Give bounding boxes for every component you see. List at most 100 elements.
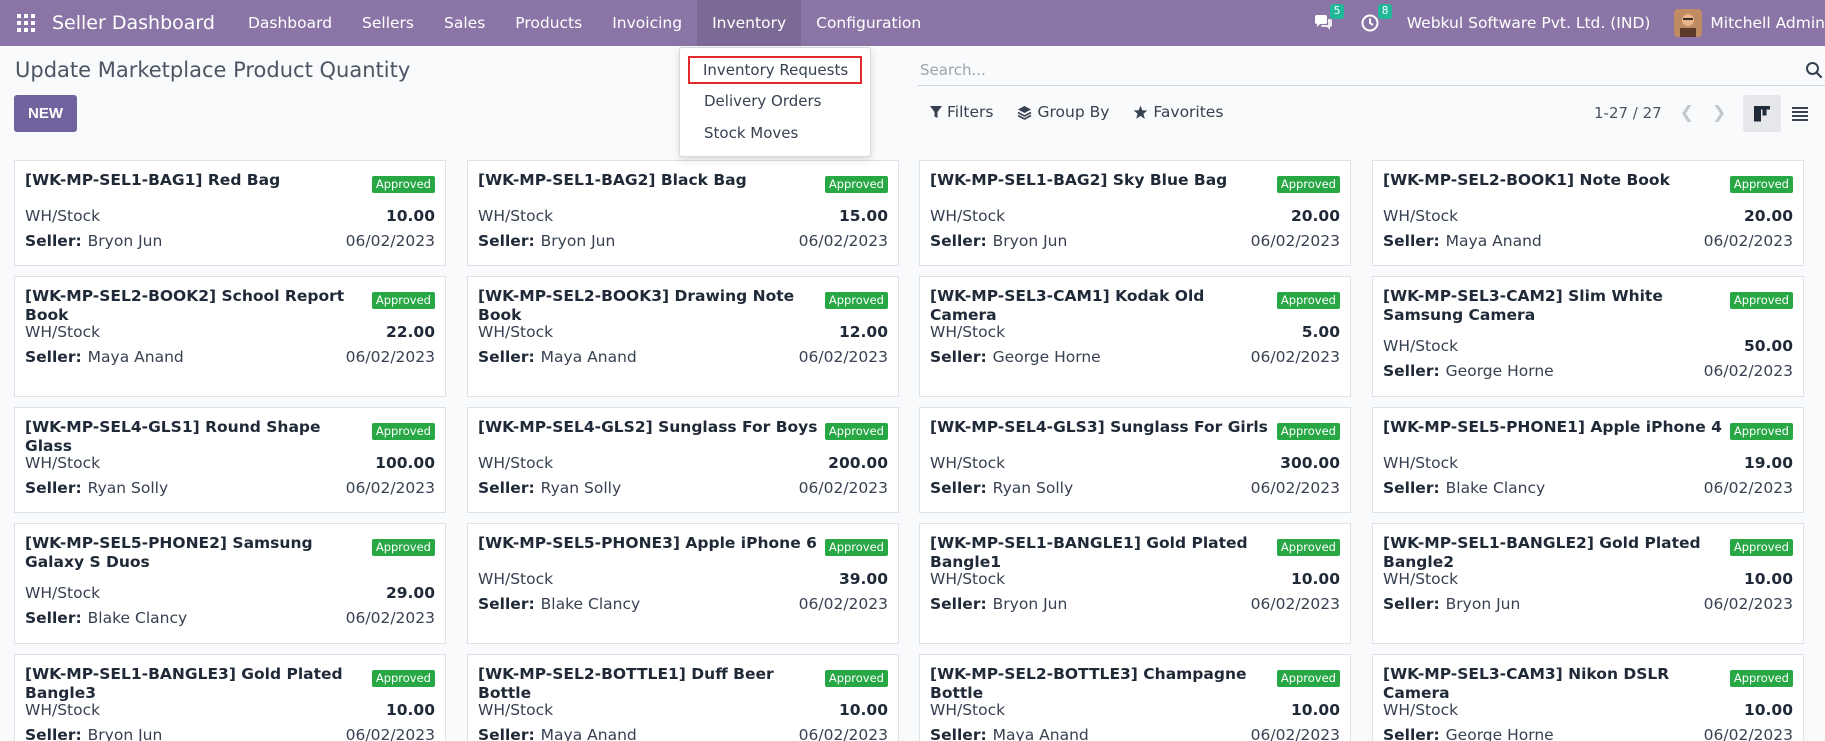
kanban-card[interactable]: [WK-MP-SEL2-BOOK3] Drawing Note Book App…	[467, 276, 899, 397]
kanban-card[interactable]: [WK-MP-SEL2-BOOK1] Note Book Approved WH…	[1372, 160, 1804, 266]
kanban-card[interactable]: [WK-MP-SEL4-GLS1] Round Shape Glass Appr…	[14, 407, 446, 513]
card-seller-row: Seller: George Horne 06/02/2023	[1383, 726, 1793, 741]
card-seller: Bryon Jun	[87, 232, 163, 250]
card-title: [WK-MP-SEL2-BOOK1] Note Book	[1383, 171, 1670, 189]
status-badge: Approved	[824, 176, 888, 193]
kanban-card[interactable]: [WK-MP-SEL4-GLS2] Sunglass For Boys Appr…	[467, 407, 899, 513]
kanban-card[interactable]: [WK-MP-SEL1-BAG2] Sky Blue Bag Approved …	[919, 160, 1351, 266]
card-date: 06/02/2023	[1703, 479, 1793, 497]
card-seller: George Horne	[1445, 726, 1554, 741]
search-bar	[918, 54, 1825, 86]
card-seller-row: Seller: Blake Clancy 06/02/2023	[478, 595, 888, 613]
kanban-card[interactable]: [WK-MP-SEL5-PHONE1] Apple iPhone 4 Appro…	[1372, 407, 1804, 513]
card-location-row: WH/Stock 15.00	[478, 207, 888, 225]
status-badge: Approved	[1276, 539, 1340, 556]
group-by-label: Group By	[1037, 103, 1110, 121]
menu-sales[interactable]: Sales	[429, 0, 500, 46]
card-date: 06/02/2023	[345, 726, 435, 741]
card-title: [WK-MP-SEL2-BOOK2] School Report Book	[25, 287, 345, 324]
card-location: WH/Stock	[478, 454, 554, 472]
status-badge: Approved	[371, 176, 435, 193]
inventory-dropdown-menu: Inventory Requests Delivery Orders Stock…	[679, 47, 871, 157]
new-button[interactable]: NEW	[14, 95, 77, 132]
card-seller: Blake Clancy	[540, 595, 641, 613]
clock-icon	[1361, 14, 1379, 32]
kanban-card[interactable]: [WK-MP-SEL1-BANGLE3] Gold Plated Bangle3…	[14, 654, 446, 741]
seller-label: Seller:	[478, 348, 535, 366]
kanban-card[interactable]: [WK-MP-SEL3-CAM1] Kodak Old Camera Appro…	[919, 276, 1351, 397]
filter-icon	[930, 105, 942, 118]
card-location-row: WH/Stock 39.00	[478, 570, 888, 588]
menu-invoicing[interactable]: Invoicing	[597, 0, 697, 46]
seller-label: Seller:	[25, 609, 82, 627]
activities-button[interactable]: 8	[1361, 4, 1393, 32]
search-icon[interactable]	[1805, 61, 1823, 79]
kanban-card[interactable]: [WK-MP-SEL3-CAM2] Slim White Samsung Cam…	[1372, 276, 1804, 397]
status-badge: Approved	[1729, 670, 1793, 687]
user-name: Mitchell Admin	[1710, 14, 1825, 32]
card-date: 06/02/2023	[798, 232, 888, 250]
card-location-row: WH/Stock 10.00	[930, 701, 1340, 719]
filters-button[interactable]: Filters	[930, 103, 993, 121]
kanban-card[interactable]: [WK-MP-SEL2-BOTTLE1] Duff Beer Bottle Ap…	[467, 654, 899, 741]
card-location: WH/Stock	[930, 570, 1006, 588]
chevron-right-icon[interactable]: ❯	[1712, 103, 1726, 123]
chevron-left-icon[interactable]: ❮	[1680, 103, 1694, 123]
pager-value[interactable]: 1-27 / 27	[1594, 104, 1662, 122]
kanban-card[interactable]: [WK-MP-SEL5-PHONE2] Samsung Galaxy S Duo…	[14, 523, 446, 644]
kanban-card[interactable]: [WK-MP-SEL3-CAM3] Nikon DSLR Camera Appr…	[1372, 654, 1804, 741]
seller-label: Seller:	[25, 479, 82, 497]
kanban-card[interactable]: [WK-MP-SEL1-BAG2] Black Bag Approved WH/…	[467, 160, 899, 266]
kanban-card[interactable]: [WK-MP-SEL2-BOTTLE3] Champagne Bottle Ap…	[919, 654, 1351, 741]
menu-inventory[interactable]: Inventory	[697, 0, 802, 46]
card-seller: Bryon Jun	[540, 232, 616, 250]
kanban-card[interactable]: [WK-MP-SEL1-BANGLE1] Gold Plated Bangle1…	[919, 523, 1351, 644]
list-view-button[interactable]	[1781, 95, 1819, 132]
status-badge: Approved	[1276, 423, 1340, 440]
user-menu[interactable]: Mitchell Admin	[1674, 9, 1825, 37]
card-title: [WK-MP-SEL1-BAG2] Sky Blue Bag	[930, 171, 1228, 189]
apps-grid-icon[interactable]	[0, 0, 52, 46]
seller-label: Seller:	[930, 348, 987, 366]
kanban-card[interactable]: [WK-MP-SEL4-GLS3] Sunglass For Girls App…	[919, 407, 1351, 513]
menu-sellers[interactable]: Sellers	[347, 0, 429, 46]
card-seller-row: Seller: Maya Anand 06/02/2023	[478, 726, 888, 741]
kanban-view-button[interactable]	[1743, 95, 1781, 132]
kanban-card[interactable]: [WK-MP-SEL2-BOOK2] School Report Book Ap…	[14, 276, 446, 397]
messages-button[interactable]: 5	[1313, 4, 1345, 32]
dropdown-item-inventory-requests[interactable]: Inventory Requests	[688, 56, 862, 84]
kanban-card[interactable]: [WK-MP-SEL5-PHONE3] Apple iPhone 6 Appro…	[467, 523, 899, 644]
card-quantity: 10.00	[1743, 701, 1793, 719]
card-title: [WK-MP-SEL1-BAG1] Red Bag	[25, 171, 281, 189]
menu-configuration[interactable]: Configuration	[801, 0, 936, 46]
card-date: 06/02/2023	[1703, 726, 1793, 741]
group-by-button[interactable]: Group By	[1017, 103, 1109, 121]
company-switcher[interactable]: Webkul Software Pvt. Ltd. (IND)	[1407, 14, 1651, 32]
card-location: WH/Stock	[25, 584, 101, 602]
card-seller: Maya Anand	[540, 726, 637, 741]
card-location-row: WH/Stock 10.00	[478, 701, 888, 719]
card-quantity: 10.00	[385, 207, 435, 225]
search-input[interactable]	[918, 60, 1778, 79]
filters-label: Filters	[947, 103, 994, 121]
card-quantity: 100.00	[375, 454, 435, 472]
card-date: 06/02/2023	[1703, 362, 1793, 380]
menu-dashboard[interactable]: Dashboard	[233, 0, 347, 46]
card-quantity: 10.00	[1290, 701, 1340, 719]
dropdown-item-delivery-orders[interactable]: Delivery Orders	[704, 92, 821, 110]
card-seller-row: Seller: Bryon Jun 06/02/2023	[930, 595, 1340, 613]
card-location: WH/Stock	[1383, 207, 1459, 225]
kanban-card[interactable]: [WK-MP-SEL1-BANGLE2] Gold Plated Bangle2…	[1372, 523, 1804, 644]
app-brand[interactable]: Seller Dashboard	[52, 12, 215, 34]
card-quantity: 20.00	[1290, 207, 1340, 225]
card-quantity: 29.00	[385, 584, 435, 602]
kanban-card[interactable]: [WK-MP-SEL1-BAG1] Red Bag Approved WH/St…	[14, 160, 446, 266]
favorites-button[interactable]: Favorites	[1133, 103, 1223, 121]
card-location-row: WH/Stock 5.00	[930, 323, 1340, 341]
card-location: WH/Stock	[930, 323, 1006, 341]
card-seller: Maya Anand	[992, 726, 1089, 741]
dropdown-item-stock-moves[interactable]: Stock Moves	[704, 124, 798, 142]
menu-products[interactable]: Products	[500, 0, 597, 46]
card-quantity: 39.00	[838, 570, 888, 588]
card-quantity: 19.00	[1743, 454, 1793, 472]
